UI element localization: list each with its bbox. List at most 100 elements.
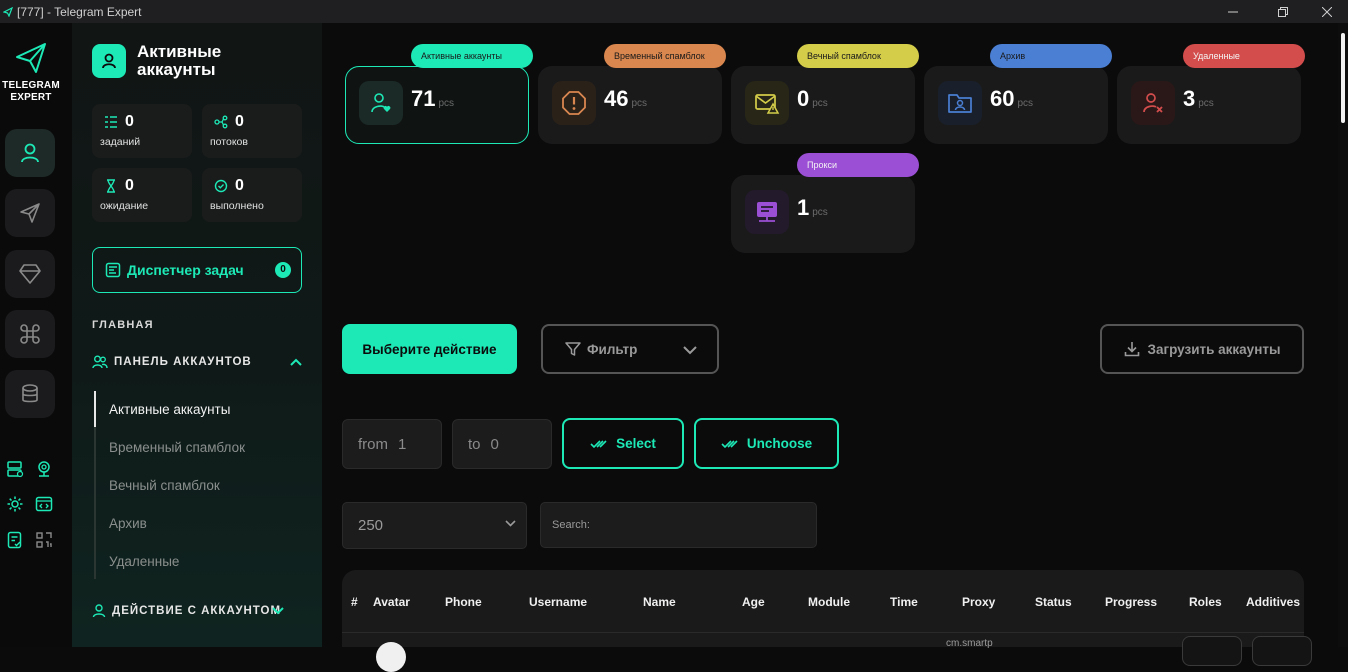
card-active-accounts[interactable]: Активные аккаунты 71 pcs [345,44,533,144]
logo-text-line2: EXPERT [10,92,52,103]
restore-button[interactable] [1260,0,1306,23]
main-scrollbar[interactable] [1338,23,1348,647]
th-time[interactable]: Time [890,595,918,609]
th-avatar[interactable]: Avatar [373,595,410,609]
th-proxy[interactable]: Proxy [962,595,995,609]
stat-threads: 0 потоков [202,104,302,158]
qr-grid-icon [36,532,52,548]
task-dispatcher-button[interactable]: Диспетчер задач 0 [92,247,302,293]
card-tag: Архив [990,44,1112,68]
page-size-value: 250 [358,517,384,534]
app-logo: TELEGRAM EXPERT [0,41,62,104]
group-account-actions[interactable]: ДЕЙСТВИЕ С АККАУНТОМ [92,604,302,618]
stat-done: 0 выполнено [202,168,302,222]
th-additives[interactable]: Additives [1246,595,1300,609]
card-perm-spamblock[interactable]: Вечный спамблок 0 pcs [731,44,919,144]
rail-premium-button[interactable] [5,250,55,298]
card-value: 71 pcs [411,86,455,111]
nav-active-accounts[interactable]: Активные аккаунты [109,402,230,417]
telegram-logo-icon [3,6,13,17]
group-actions-label: ДЕЙСТВИЕ С АККАУНТОМ [112,605,282,617]
card-tag: Временный спамблок [604,44,726,68]
tasks-icon [105,116,117,128]
scrollbar-thumb[interactable] [1341,33,1345,123]
card-proxy[interactable]: Прокси 1 pcs [731,153,919,253]
card-unit: pcs [812,207,828,218]
filter-icon [565,342,581,356]
server-button[interactable] [5,459,25,479]
stat-threads-label: потоков [210,136,248,148]
th-module[interactable]: Module [808,595,850,609]
th-name[interactable]: Name [643,595,676,609]
rail-database-button[interactable] [5,370,55,418]
checklist-button[interactable] [5,530,25,550]
rail-command-button[interactable] [5,310,55,358]
submenu-active-marker [94,391,96,427]
card-temp-spamblock[interactable]: Временный спамблок 46 pcs [538,44,726,144]
page-title: Активные аккаунты [137,42,222,79]
nav-perm-spamblock[interactable]: Вечный спамблок [109,478,220,493]
th-status[interactable]: Status [1035,595,1072,609]
th-phone[interactable]: Phone [445,595,482,609]
th-age[interactable]: Age [742,595,765,609]
card-value: 1 pcs [797,195,828,220]
stat-waiting: 0 ожидание [92,168,192,222]
select-range-button[interactable]: Select [562,418,684,469]
nav-deleted[interactable]: Удаленные [109,554,179,569]
chevron-down-icon [272,607,284,615]
range-to-value: 0 [490,435,499,453]
stat-waiting-value: 0 [125,177,134,194]
page-size-select[interactable]: 250 [342,502,527,549]
logo-text-line1: TELEGRAM [2,80,60,91]
range-from-input[interactable]: from 1 [342,419,442,469]
card-deleted[interactable]: Удаленные 3 pcs [1117,44,1305,144]
user-heart-icon [371,93,391,113]
card-unit: pcs [1198,98,1214,109]
th-roles[interactable]: Roles [1189,595,1222,609]
search-input[interactable]: Search: [540,502,817,548]
user-x-icon [1143,93,1163,113]
stat-done-label: выполнено [210,200,264,212]
rail-send-button[interactable] [5,189,55,237]
filter-label: Фильтр [587,341,638,357]
card-tag: Прокси [797,153,919,177]
code-window-button[interactable] [34,494,54,514]
window-title: [777] - Telegram Expert [17,4,142,19]
unchoose-range-button[interactable]: Unchoose [694,418,839,469]
minimize-button[interactable] [1210,0,1256,23]
settings-button[interactable] [5,494,25,514]
dispatcher-label: Диспетчер задач [127,262,244,278]
close-button[interactable] [1304,0,1348,23]
card-value: 0 pcs [797,86,828,111]
filter-dropdown[interactable]: Фильтр [541,324,719,374]
submenu-rail [94,391,96,579]
hourglass-icon [107,179,115,193]
group-accounts-panel[interactable]: ПАНЕЛЬ АККАУНТОВ [92,355,302,369]
range-to-input[interactable]: to 0 [452,419,552,469]
th-index[interactable]: # [351,595,358,609]
range-from-label: from [358,435,388,453]
webcam-button[interactable] [34,459,54,479]
rail-accounts-button[interactable] [5,129,55,177]
choose-action-button[interactable]: Выберите действие [342,324,517,374]
user-icon [92,604,106,618]
nav-archive[interactable]: Архив [109,516,147,531]
row-roles-button[interactable] [1182,636,1242,666]
card-value: 46 pcs [604,86,648,111]
row-proxy-cell: cm.smartp [946,638,993,649]
select-label: Select [616,436,656,451]
upload-accounts-button[interactable]: Загрузить аккаунты [1100,324,1304,374]
th-username[interactable]: Username [529,595,587,609]
range-to-label: to [468,435,481,453]
card-icon-box [359,81,403,125]
qr-grid-button[interactable] [34,530,54,550]
mail-warning-icon [755,94,780,114]
nav-temp-spamblock[interactable]: Временный спамблок [109,440,245,455]
accounts-table: # Avatar Phone Username Name Age Module … [342,570,1312,672]
th-progress[interactable]: Progress [1105,595,1157,609]
row-additives-button[interactable] [1252,636,1312,666]
check-circle-icon [214,179,228,193]
octagon-warning-icon [562,91,586,115]
card-unit: pcs [812,98,828,109]
card-archive[interactable]: Архив 60 pcs [924,44,1112,144]
